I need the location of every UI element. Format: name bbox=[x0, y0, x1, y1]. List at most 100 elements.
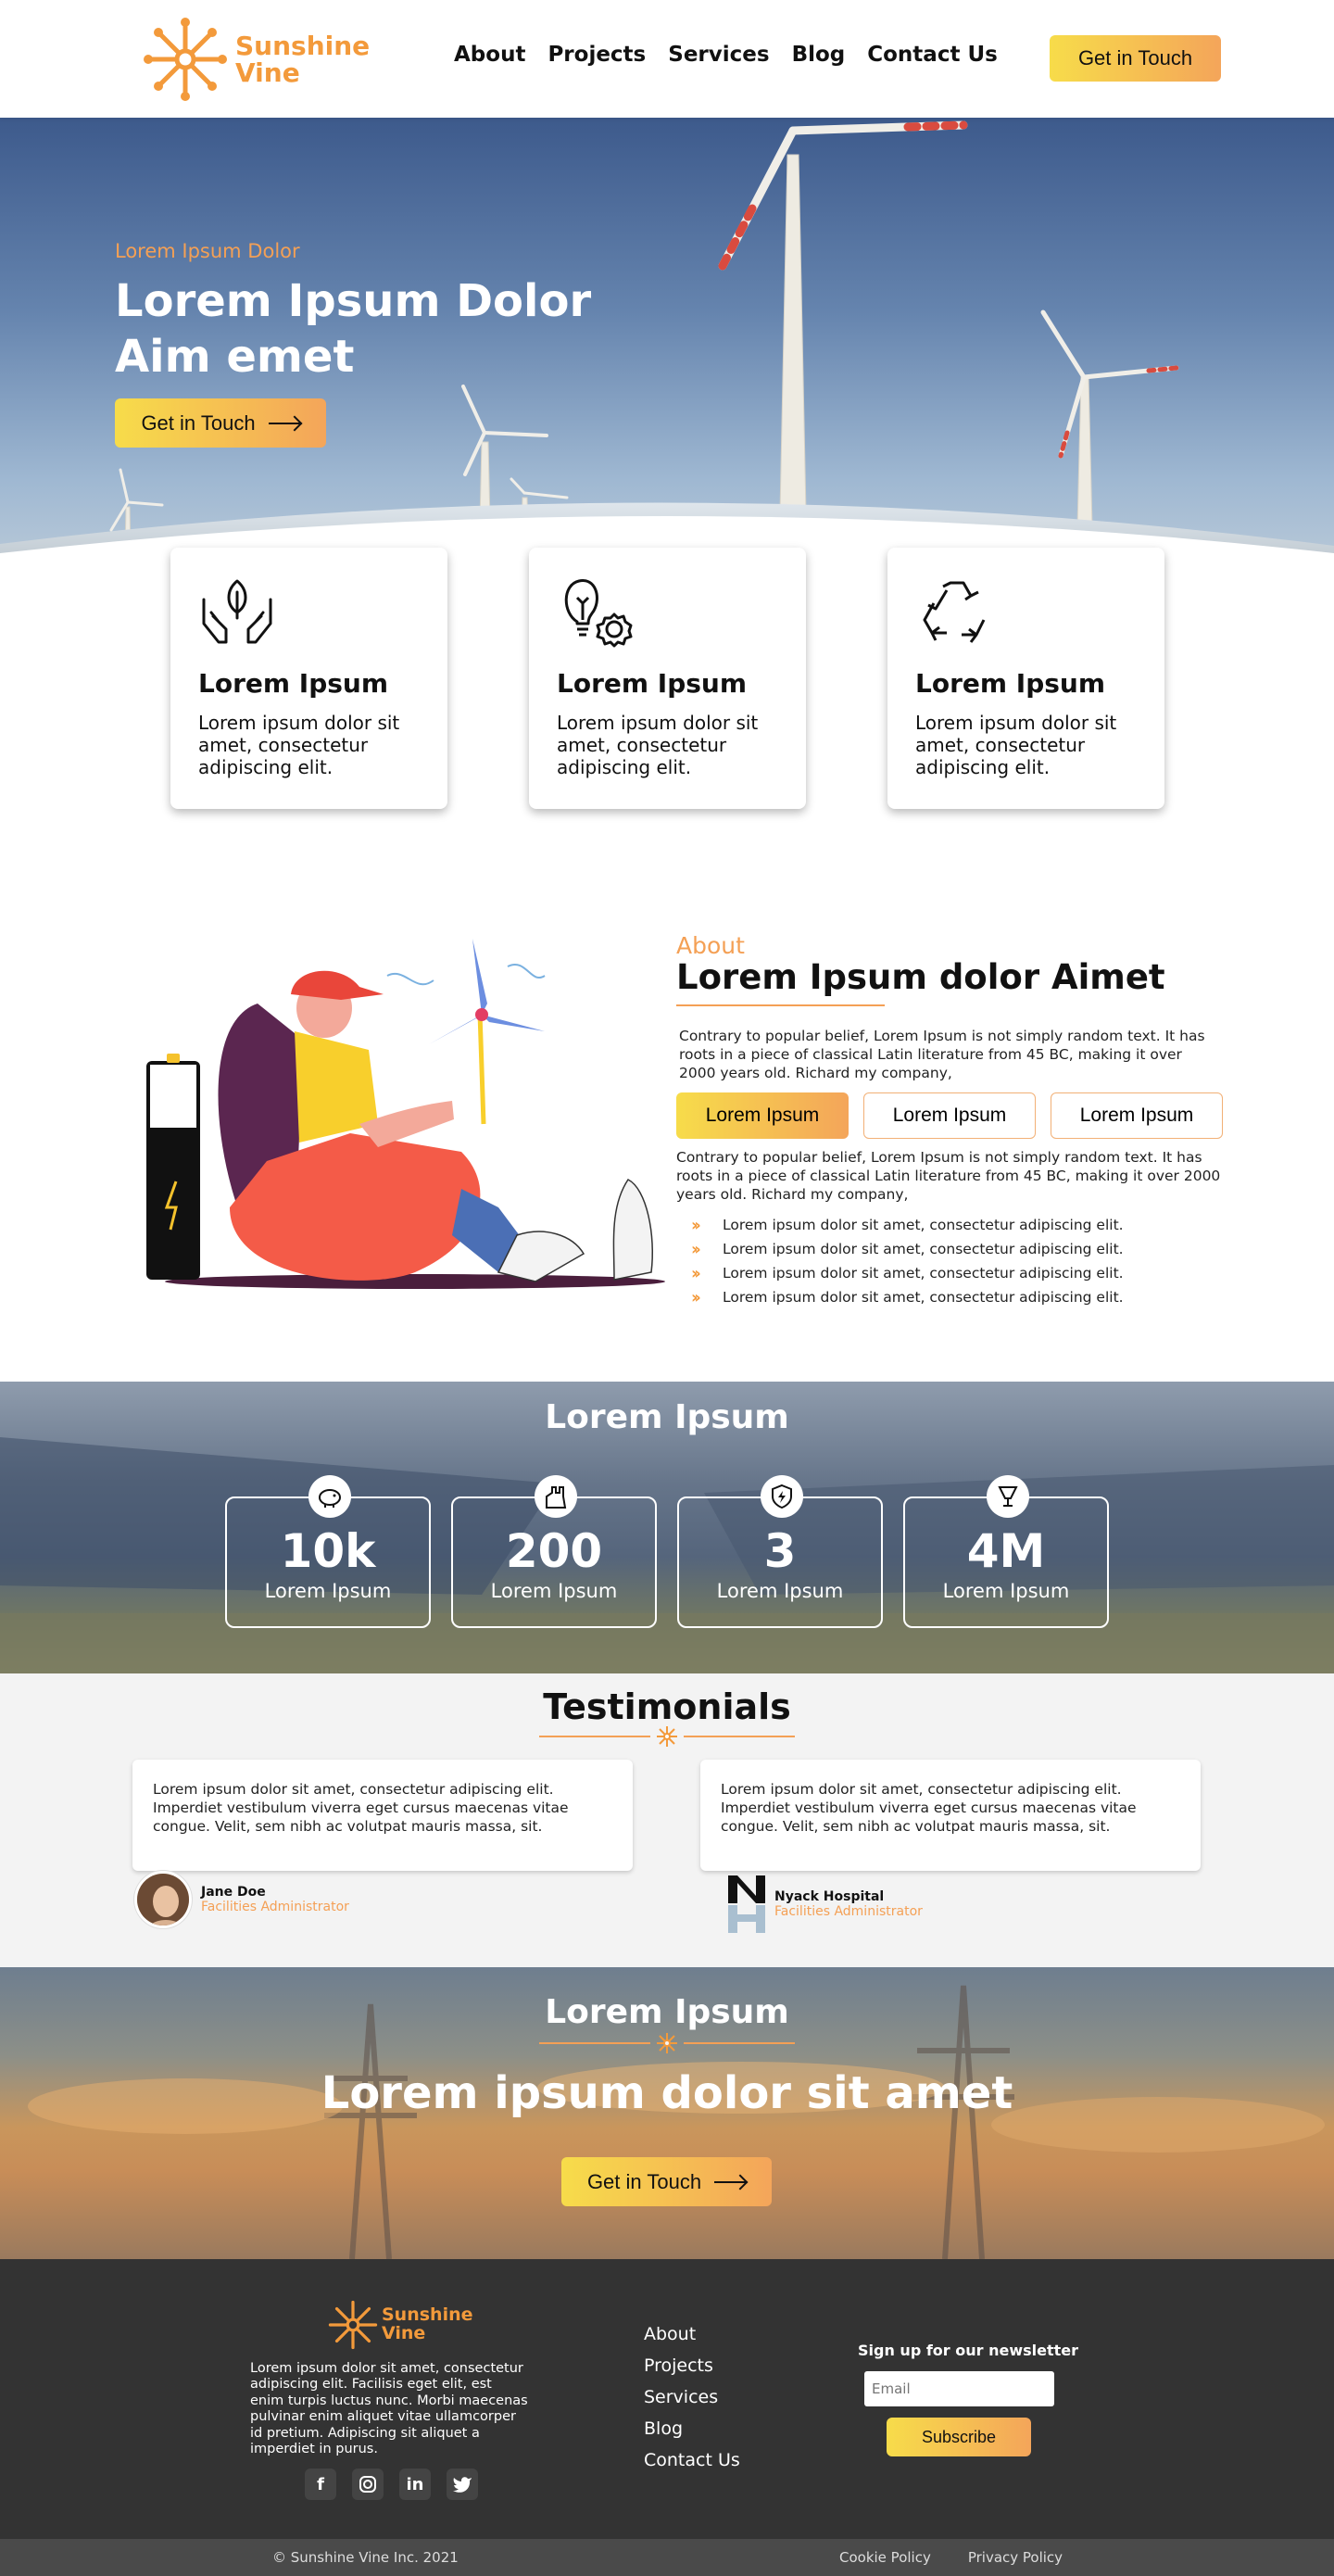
testimonials-title: Testimonials bbox=[543, 1686, 791, 1727]
cookie-policy-link[interactable]: Cookie Policy bbox=[839, 2549, 931, 2566]
about-bullet-list: ›› Lorem ipsum dolor sit amet, consectetu… bbox=[691, 1213, 1124, 1309]
copyright-bar: © Sunshine Vine Inc. 2021 Cookie Policy … bbox=[0, 2539, 1334, 2576]
about-tab-1[interactable]: Lorem Ipsum bbox=[676, 1092, 849, 1139]
feature-text: Lorem ipsum dolor sit amet, consectetur … bbox=[915, 712, 1117, 778]
testimonial-role: Facilities Administrator bbox=[774, 1904, 923, 1919]
testimonial-role: Facilities Administrator bbox=[201, 1900, 349, 1914]
footer-logo[interactable]: Sunshine Vine bbox=[324, 2296, 473, 2354]
sun-divider-icon bbox=[657, 2033, 677, 2053]
list-item-text: Lorem ipsum dolor sit amet, consectetur … bbox=[723, 1217, 1124, 1233]
avatar bbox=[134, 1871, 192, 1928]
about-title-underline bbox=[676, 1004, 885, 1006]
testimonial-author-1: Jane Doe Facilities Administrator bbox=[134, 1871, 349, 1928]
linkedin-icon[interactable]: in bbox=[399, 2469, 431, 2500]
testimonial-text: Lorem ipsum dolor sit amet, consectetur … bbox=[721, 1781, 1137, 1836]
footer-links: About Projects Services Blog Contact Us bbox=[644, 2324, 740, 2481]
stats-section: Lorem Ipsum 10k Lorem Ipsum 200 Lorem Ip… bbox=[0, 1382, 1334, 1673]
brand-name-line1: Sunshine bbox=[382, 2305, 473, 2326]
testimonial-card-1: Lorem ipsum dolor sit amet, consectetur … bbox=[132, 1760, 633, 1871]
list-item-text: Lorem ipsum dolor sit amet, consectetur … bbox=[723, 1241, 1124, 1257]
feature-title: Lorem Ipsum bbox=[198, 668, 389, 699]
hero-section: Lorem Ipsum Dolor Lorem Ipsum Dolor Aim … bbox=[0, 118, 1334, 601]
list-item: ›› Lorem ipsum dolor sit amet, consectetu… bbox=[691, 1261, 1124, 1285]
cta-subtitle: Lorem Ipsum bbox=[545, 1993, 789, 2031]
stat-card-2: 200 Lorem Ipsum bbox=[451, 1475, 657, 1628]
nav-link-about[interactable]: About bbox=[454, 43, 525, 67]
subscribe-button[interactable]: Subscribe bbox=[887, 2418, 1031, 2456]
brand-logo[interactable]: Sunshine Vine bbox=[141, 15, 370, 104]
shield-bolt-icon bbox=[761, 1475, 803, 1518]
stat-label: Lorem Ipsum bbox=[490, 1580, 618, 1602]
footer-link-projects[interactable]: Projects bbox=[644, 2355, 740, 2387]
stat-value: 3 bbox=[763, 1524, 797, 1578]
about-paragraph-2: Contrary to popular belief, Lorem Ipsum … bbox=[676, 1149, 1221, 1204]
stat-card-3: 3 Lorem Ipsum bbox=[677, 1475, 883, 1628]
double-chevron-icon: ›› bbox=[691, 1287, 701, 1307]
hands-leaf-icon bbox=[202, 579, 272, 644]
footer-link-contact[interactable]: Contact Us bbox=[644, 2450, 740, 2481]
double-chevron-icon: ›› bbox=[691, 1215, 701, 1235]
about-tab-3[interactable]: Lorem Ipsum bbox=[1051, 1092, 1223, 1139]
stat-value: 200 bbox=[505, 1524, 603, 1578]
about-tabs: Lorem Ipsum Lorem Ipsum Lorem Ipsum bbox=[676, 1092, 1223, 1139]
hero-cta-label: Get in Touch bbox=[141, 410, 256, 435]
testimonial-text: Lorem ipsum dolor sit amet, consectetur … bbox=[153, 1781, 569, 1836]
about-paragraph-1: Contrary to popular belief, Lorem Ipsum … bbox=[679, 1028, 1205, 1082]
footer-link-blog[interactable]: Blog bbox=[644, 2418, 740, 2450]
feature-text: Lorem ipsum dolor sit amet, consectetur … bbox=[198, 712, 400, 778]
about-title: Lorem Ipsum dolor Aimet bbox=[676, 957, 1165, 997]
stat-label: Lorem Ipsum bbox=[264, 1580, 392, 1602]
top-navbar: Sunshine Vine About Projects Services Bl… bbox=[0, 0, 1334, 118]
instagram-icon[interactable] bbox=[352, 2469, 384, 2500]
girl-with-windmill-illustration bbox=[146, 939, 665, 1289]
title-divider-right bbox=[684, 1736, 795, 1737]
brand-name-line2: Vine bbox=[382, 2323, 426, 2343]
lamp-icon bbox=[987, 1475, 1029, 1518]
cta-get-in-touch-button[interactable]: Get in Touch bbox=[561, 2157, 772, 2206]
arrow-right-icon bbox=[714, 2180, 747, 2183]
nav-get-in-touch-button[interactable]: Get in Touch bbox=[1050, 35, 1221, 82]
list-item: ›› Lorem ipsum dolor sit amet, consectetu… bbox=[691, 1213, 1124, 1237]
hero-subtitle: Lorem Ipsum Dolor bbox=[115, 240, 300, 262]
testimonials-section: Testimonials Lorem ipsum dolor sit amet,… bbox=[0, 1673, 1334, 1967]
newsletter-email-input[interactable] bbox=[864, 2371, 1054, 2406]
testimonial-author-2: Nyack Hospital Facilities Administrator bbox=[728, 1875, 923, 1933]
feature-card-3: Lorem Ipsum Lorem ipsum dolor sit amet, … bbox=[887, 548, 1164, 809]
footer: Sunshine Vine Lorem ipsum dolor sit amet… bbox=[0, 2259, 1334, 2539]
hero-get-in-touch-button[interactable]: Get in Touch bbox=[115, 398, 326, 448]
nav-link-services[interactable]: Services bbox=[668, 43, 769, 67]
nav-link-blog[interactable]: Blog bbox=[792, 43, 846, 67]
cta-divider-left bbox=[539, 2042, 650, 2044]
list-item: ›› Lorem ipsum dolor sit amet, consectetu… bbox=[691, 1285, 1124, 1309]
about-label: About bbox=[676, 932, 745, 959]
sun-divider-icon bbox=[657, 1726, 677, 1747]
testimonial-name: Jane Doe bbox=[201, 1885, 266, 1900]
brand-name-line1: Sunshine bbox=[235, 30, 371, 61]
sunburst-logo-icon bbox=[328, 2300, 378, 2350]
stat-value: 10k bbox=[280, 1524, 376, 1578]
main-nav: About Projects Services Blog Contact Us bbox=[454, 43, 998, 67]
stat-card-1: 10k Lorem Ipsum bbox=[225, 1475, 431, 1628]
stat-card-4: 4M Lorem Ipsum bbox=[903, 1475, 1109, 1628]
footer-description: Lorem ipsum dolor sit amet, consectetur … bbox=[250, 2361, 528, 2456]
brand-name: Sunshine Vine bbox=[382, 2305, 473, 2343]
list-item-text: Lorem ipsum dolor sit amet, consectetur … bbox=[723, 1265, 1124, 1282]
stats-title: Lorem Ipsum bbox=[545, 1398, 789, 1436]
nav-link-projects[interactable]: Projects bbox=[547, 43, 646, 67]
privacy-policy-link[interactable]: Privacy Policy bbox=[968, 2549, 1063, 2566]
list-item-text: Lorem ipsum dolor sit amet, consectetur … bbox=[723, 1289, 1124, 1306]
cta-button-label: Get in Touch bbox=[586, 2169, 702, 2193]
recycle-icon bbox=[923, 581, 986, 643]
footer-link-services[interactable]: Services bbox=[644, 2387, 740, 2418]
bulb-gear-icon bbox=[564, 579, 633, 648]
brand-name-line2: Vine bbox=[235, 57, 300, 88]
twitter-icon[interactable] bbox=[447, 2469, 478, 2500]
stat-label: Lorem Ipsum bbox=[942, 1580, 1070, 1602]
about-tab-2[interactable]: Lorem Ipsum bbox=[863, 1092, 1036, 1139]
cta-section: Lorem Ipsum Lorem ipsum dolor sit amet G… bbox=[0, 1967, 1334, 2259]
testimonial-name: Nyack Hospital bbox=[774, 1889, 885, 1904]
nyack-hospital-logo bbox=[728, 1875, 765, 1933]
facebook-icon[interactable]: f bbox=[305, 2469, 336, 2500]
nav-link-contact[interactable]: Contact Us bbox=[867, 43, 998, 67]
footer-link-about[interactable]: About bbox=[644, 2324, 740, 2355]
